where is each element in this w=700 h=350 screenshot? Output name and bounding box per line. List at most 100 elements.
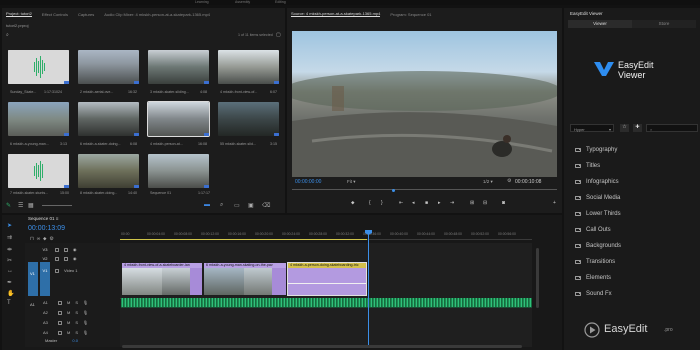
mark-out-icon[interactable]: } — [381, 200, 383, 206]
sidebar-item-backgrounds[interactable]: Backgrounds — [575, 243, 621, 249]
selection-tool-icon[interactable]: ➤ — [7, 222, 12, 229]
mic-icon[interactable]: 🎙 — [83, 320, 88, 325]
sidebar-search-input[interactable]: ⌕ — [646, 124, 698, 132]
eye-icon[interactable]: ◉ — [73, 247, 77, 252]
sequence-tab[interactable]: Sequence 01 ≡ — [28, 216, 58, 221]
menu-editing[interactable]: Editing — [275, 0, 286, 4]
timeline-clip[interactable]: 4 mkskh-a-person-doing-skateboarding-tri… — [287, 262, 367, 296]
tab-project[interactable]: Project: tutori2 — [6, 11, 32, 17]
settings-icon[interactable]: ⚙ — [49, 236, 53, 242]
eye-icon[interactable]: ◉ — [73, 256, 77, 261]
lock-icon[interactable] — [58, 330, 62, 335]
list-view-icon[interactable]: ☰ — [18, 202, 23, 209]
step-back-icon[interactable]: ◂ — [412, 200, 415, 206]
step-forward-icon[interactable]: ▸ — [438, 200, 441, 206]
lock-icon[interactable] — [58, 310, 62, 315]
sidebar-item-transitions[interactable]: Transitions — [575, 259, 615, 265]
work-area-bar[interactable] — [120, 239, 367, 240]
sidebar-item-elements[interactable]: Elements — [575, 275, 611, 281]
folder-icon[interactable]: ▭ — [234, 202, 240, 209]
sidebar-item-lower-thirds[interactable]: Lower Thirds — [575, 211, 621, 217]
razor-tool-icon[interactable]: ✂ — [7, 257, 12, 264]
timeline-playhead[interactable] — [368, 232, 369, 347]
pen-tool-icon[interactable]: ✒ — [7, 279, 12, 286]
slip-tool-icon[interactable]: ↔ — [7, 268, 13, 274]
type-tool-icon[interactable]: T — [7, 300, 11, 306]
tab-source[interactable]: Source: 4 mkskh-person-at-a-skatepark-13… — [291, 11, 381, 17]
tab-viewer[interactable]: Viewer — [568, 20, 632, 28]
mic-icon[interactable]: 🎙 — [83, 300, 88, 305]
solo-button[interactable]: S — [75, 310, 78, 315]
hand-tool-icon[interactable]: ✋ — [7, 290, 14, 297]
audio-clip[interactable] — [121, 298, 532, 307]
tab-program[interactable]: Program: Sequence 01 — [390, 12, 431, 17]
horizontal-scrollbar[interactable] — [122, 345, 522, 348]
mute-button[interactable]: M — [67, 310, 70, 315]
playhead-marker[interactable] — [392, 189, 395, 192]
play-icon[interactable]: ■ — [425, 200, 428, 206]
list-item[interactable] — [218, 102, 279, 136]
ripple-edit-icon[interactable]: ⇹ — [7, 246, 12, 253]
new-bin-icon[interactable]: ▢ — [276, 32, 281, 38]
sync-icon[interactable] — [64, 256, 68, 261]
video-preview[interactable] — [292, 31, 557, 177]
timeline-timecode[interactable]: 00:00:13:09 — [28, 225, 65, 232]
tab-captures[interactable]: Captures — [78, 12, 94, 17]
go-to-out-icon[interactable]: ⇥ — [450, 200, 454, 206]
list-item[interactable] — [78, 154, 139, 188]
snap-icon[interactable]: ⊓ — [30, 236, 34, 242]
lock-icon[interactable] — [58, 320, 62, 325]
sync-icon[interactable] — [64, 247, 68, 252]
timeline-clip[interactable]: 4 mkskh-front-view-of-a-skateboarder-lan — [121, 262, 203, 296]
search-icon[interactable]: ⌕ — [220, 202, 223, 209]
wrench-icon[interactable]: ⚙ — [507, 178, 511, 184]
sidebar-item-infographics[interactable]: Infographics — [575, 179, 619, 185]
project-search-input[interactable]: ⌕ — [6, 32, 76, 39]
mic-icon[interactable]: 🎙 — [83, 310, 88, 315]
zoom-slider[interactable] — [42, 205, 72, 206]
solo-button[interactable]: S — [75, 330, 78, 335]
go-to-in-icon[interactable]: ⇤ — [399, 200, 403, 206]
overwrite-icon[interactable]: ⊟ — [483, 200, 487, 206]
source-patch-v1[interactable] — [28, 262, 38, 296]
mic-icon[interactable]: 🎙 — [83, 330, 88, 335]
mute-button[interactable]: M — [67, 320, 70, 325]
tab-audio-clip-mixer[interactable]: Audio Clip Mixer: 4 mkskh-person-at-a-sk… — [104, 12, 210, 17]
menu-assembly[interactable]: Assembly — [235, 0, 250, 4]
solo-button[interactable]: S — [75, 300, 78, 305]
add-button-icon[interactable]: + — [553, 200, 556, 206]
list-item[interactable] — [147, 101, 210, 137]
fit-dropdown[interactable]: Fit ▾ — [347, 179, 356, 185]
source-timecode-in[interactable]: 00:00:00:00 — [295, 179, 321, 185]
insert-icon[interactable]: ⊞ — [470, 200, 474, 206]
quality-dropdown[interactable]: 1/2 ▾ — [483, 179, 493, 185]
lock-icon[interactable] — [55, 256, 59, 261]
sidebar-item-typography[interactable]: Typography — [575, 147, 617, 153]
timeline-clip[interactable]: 6 mkskh-a-young-man-skating-on-the-pav — [203, 262, 287, 296]
filter-dropdown[interactable]: Hyper ▾ — [570, 124, 614, 132]
solo-button[interactable]: S — [75, 320, 78, 325]
new-item-icon[interactable]: ▬ — [204, 202, 210, 208]
mute-button[interactable]: M — [67, 330, 70, 335]
track-select-icon[interactable]: ⇉ — [7, 234, 12, 241]
trash-icon[interactable]: ⌫ — [262, 202, 270, 209]
lock-icon[interactable] — [55, 247, 59, 252]
add-favorite-button[interactable]: ✚ — [633, 124, 642, 132]
list-item[interactable] — [78, 102, 139, 136]
marker-icon[interactable]: ⬥ — [351, 200, 355, 206]
menu-learning[interactable]: Learning — [195, 0, 209, 4]
pencil-icon[interactable]: ✎ — [6, 202, 11, 209]
list-item[interactable] — [148, 50, 209, 84]
linked-selection-icon[interactable]: ∞ — [37, 236, 41, 242]
list-item[interactable] — [78, 50, 139, 84]
tab-store[interactable]: Store — [632, 20, 696, 28]
icon-view-icon[interactable]: ▦ — [28, 202, 34, 209]
scrub-bar[interactable] — [292, 189, 557, 193]
new-bin-icon[interactable]: ▣ — [248, 202, 254, 209]
list-item[interactable] — [218, 50, 279, 84]
list-item[interactable] — [8, 50, 69, 84]
list-item[interactable] — [8, 102, 69, 136]
favorites-button[interactable]: ☆ — [620, 124, 629, 132]
tab-effect-controls[interactable]: Effect Controls — [42, 12, 68, 17]
sidebar-item-titles[interactable]: Titles — [575, 163, 600, 169]
